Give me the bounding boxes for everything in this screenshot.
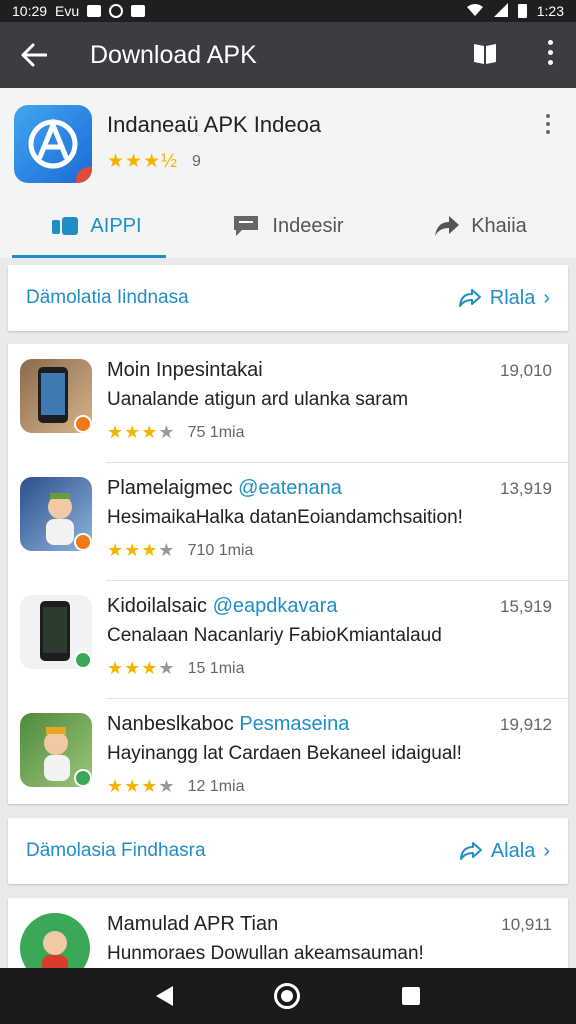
wifi-icon xyxy=(466,3,484,20)
item-subtitle: Hayinangg lat Cardaen Bekaneel idaigual! xyxy=(107,743,462,764)
section-action-label: Rlala xyxy=(489,286,536,309)
rating-count: 9 xyxy=(191,152,201,170)
section-action-button[interactable]: Alala › xyxy=(459,840,550,863)
item-subtitle: HesimaikaHalka datanEoiandamchsaition! xyxy=(107,507,463,528)
item-subtitle: Uanalande atigun ard ulanka saram xyxy=(107,389,409,410)
rating-stars: ★★★★ xyxy=(107,540,176,560)
share-icon xyxy=(459,842,482,860)
section-header-2: Dämolasia Findhasra Alala › xyxy=(8,818,568,884)
item-subtitle: Cenalaan Nacanlariy FabioKmiantalaud xyxy=(107,625,442,646)
tab-label: Khaiia xyxy=(471,214,527,237)
clock-time: 1:23 xyxy=(536,3,564,19)
item-thumbnail xyxy=(20,359,92,433)
more-vert-icon xyxy=(546,114,550,118)
tab-apps[interactable]: AIPPI xyxy=(0,194,192,258)
tab-chat[interactable]: Indeesir xyxy=(192,194,384,258)
app-bar: Download APK xyxy=(0,22,576,88)
nav-recents-icon[interactable] xyxy=(402,987,421,1005)
chevron-right-icon: › xyxy=(543,286,550,309)
item-meta: 12 1mia xyxy=(187,777,245,795)
tab-label: Indeesir xyxy=(272,214,344,237)
item-title: Mamulad APR Tian xyxy=(107,913,279,935)
tab-share[interactable]: Khaiia xyxy=(384,194,576,258)
item-thumbnail xyxy=(20,477,92,551)
notification-icon xyxy=(87,5,102,17)
rating-stars: ★★★★ xyxy=(107,658,176,678)
section-title: Dämolasia Findhasra xyxy=(26,840,206,861)
book-icon xyxy=(474,44,496,64)
carrier-label: Evu xyxy=(55,3,80,19)
tab-label: AIPPI xyxy=(90,214,142,237)
system-nav-bar xyxy=(0,968,576,1024)
item-count: 19,912 xyxy=(500,715,552,734)
item-subtitle: Hunmoraes Dowullan akeamsauman! xyxy=(107,943,424,964)
section-action-label: Alala xyxy=(490,839,536,862)
status-bar: 10:29 Evu 1:23 xyxy=(0,0,576,22)
item-handle: Pesmaseina xyxy=(239,713,350,735)
chat-icon xyxy=(234,216,259,236)
item-handle: @eatenana xyxy=(238,477,342,499)
item-thumbnail xyxy=(20,713,92,787)
signal-icon xyxy=(493,2,508,20)
chevron-right-icon: › xyxy=(543,839,550,862)
badge-icon xyxy=(74,769,92,787)
share-icon xyxy=(458,289,481,307)
item-rating: ★★★★ 12 1mia xyxy=(107,776,244,797)
item-meta: 15 1mia xyxy=(187,659,245,677)
item-count: 15,919 xyxy=(500,597,552,616)
list-item[interactable]: Nanbeslkaboc Pesmaseina Hayinangg lat Ca… xyxy=(8,698,568,816)
list-item[interactable]: Plamelaigmec @eatenana HesimaikaHalka da… xyxy=(8,462,568,580)
section-header-1: Dämolatia Iindnasa Rlala › xyxy=(8,265,568,331)
sync-icon xyxy=(109,4,124,18)
share-icon xyxy=(435,216,460,236)
app-header: Indaneaü APK Indeoa ★★★½ 9 AIPPI Indeesi… xyxy=(0,88,576,258)
page-title: Download APK xyxy=(90,40,257,69)
item-rating: ★★★★ 75 1mia xyxy=(107,422,244,443)
item-title: Nanbeslkaboc Pesmaseina xyxy=(107,713,350,735)
rating-stars: ★★★½ xyxy=(107,151,178,172)
app-rating: ★★★½ 9 xyxy=(107,150,201,173)
item-count: 10,911 xyxy=(501,915,552,934)
item-title: Kidoilalsaic @eapdkavara xyxy=(107,595,338,617)
battery-icon xyxy=(517,4,527,18)
more-vert-icon xyxy=(547,40,553,45)
item-rating: ★★★★ 710 1mia xyxy=(107,540,253,561)
item-thumbnail xyxy=(20,595,92,669)
back-button[interactable] xyxy=(0,22,68,88)
apps-icon xyxy=(52,217,79,235)
item-meta: 710 1mia xyxy=(187,541,254,559)
item-title: Moin Inpesintakai xyxy=(107,359,263,381)
rating-stars: ★★★★ xyxy=(107,422,176,442)
section-action-button[interactable]: Rlala › xyxy=(458,287,550,310)
list-item[interactable]: Kidoilalsaic @eapdkavara Cenalaan Nacanl… xyxy=(8,580,568,698)
book-button[interactable] xyxy=(472,42,498,71)
more-button[interactable] xyxy=(546,40,554,65)
app-list: Moin Inpesintakai Uanalande atigun ard u… xyxy=(8,344,568,804)
rating-stars: ★★★★ xyxy=(107,776,176,796)
item-meta: 75 1mia xyxy=(187,423,245,441)
app-logo[interactable] xyxy=(14,105,92,183)
nav-home-icon[interactable] xyxy=(274,983,301,1009)
item-handle: @eapdkavara xyxy=(212,595,338,617)
item-rating: ★★★★ 15 1mia xyxy=(107,658,244,679)
arrow-left-icon xyxy=(21,43,47,67)
app-overflow-button[interactable] xyxy=(546,114,550,134)
badge-icon xyxy=(74,533,92,551)
app-name: Indaneaü APK Indeoa xyxy=(107,112,322,137)
badge-icon xyxy=(74,651,92,669)
section-title: Dämolatia Iindnasa xyxy=(26,287,189,308)
list-item[interactable]: Moin Inpesintakai Uanalande atigun ard u… xyxy=(8,344,568,462)
item-count: 19,010 xyxy=(500,361,552,380)
badge-icon xyxy=(74,415,92,433)
nav-back-icon[interactable] xyxy=(155,986,173,1006)
item-count: 13,919 xyxy=(500,479,552,498)
mail-icon xyxy=(131,5,146,17)
status-time: 10:29 xyxy=(12,3,48,19)
item-title: Plamelaigmec @eatenana xyxy=(107,477,342,499)
tab-bar: AIPPI Indeesir Khaiia xyxy=(0,194,576,258)
